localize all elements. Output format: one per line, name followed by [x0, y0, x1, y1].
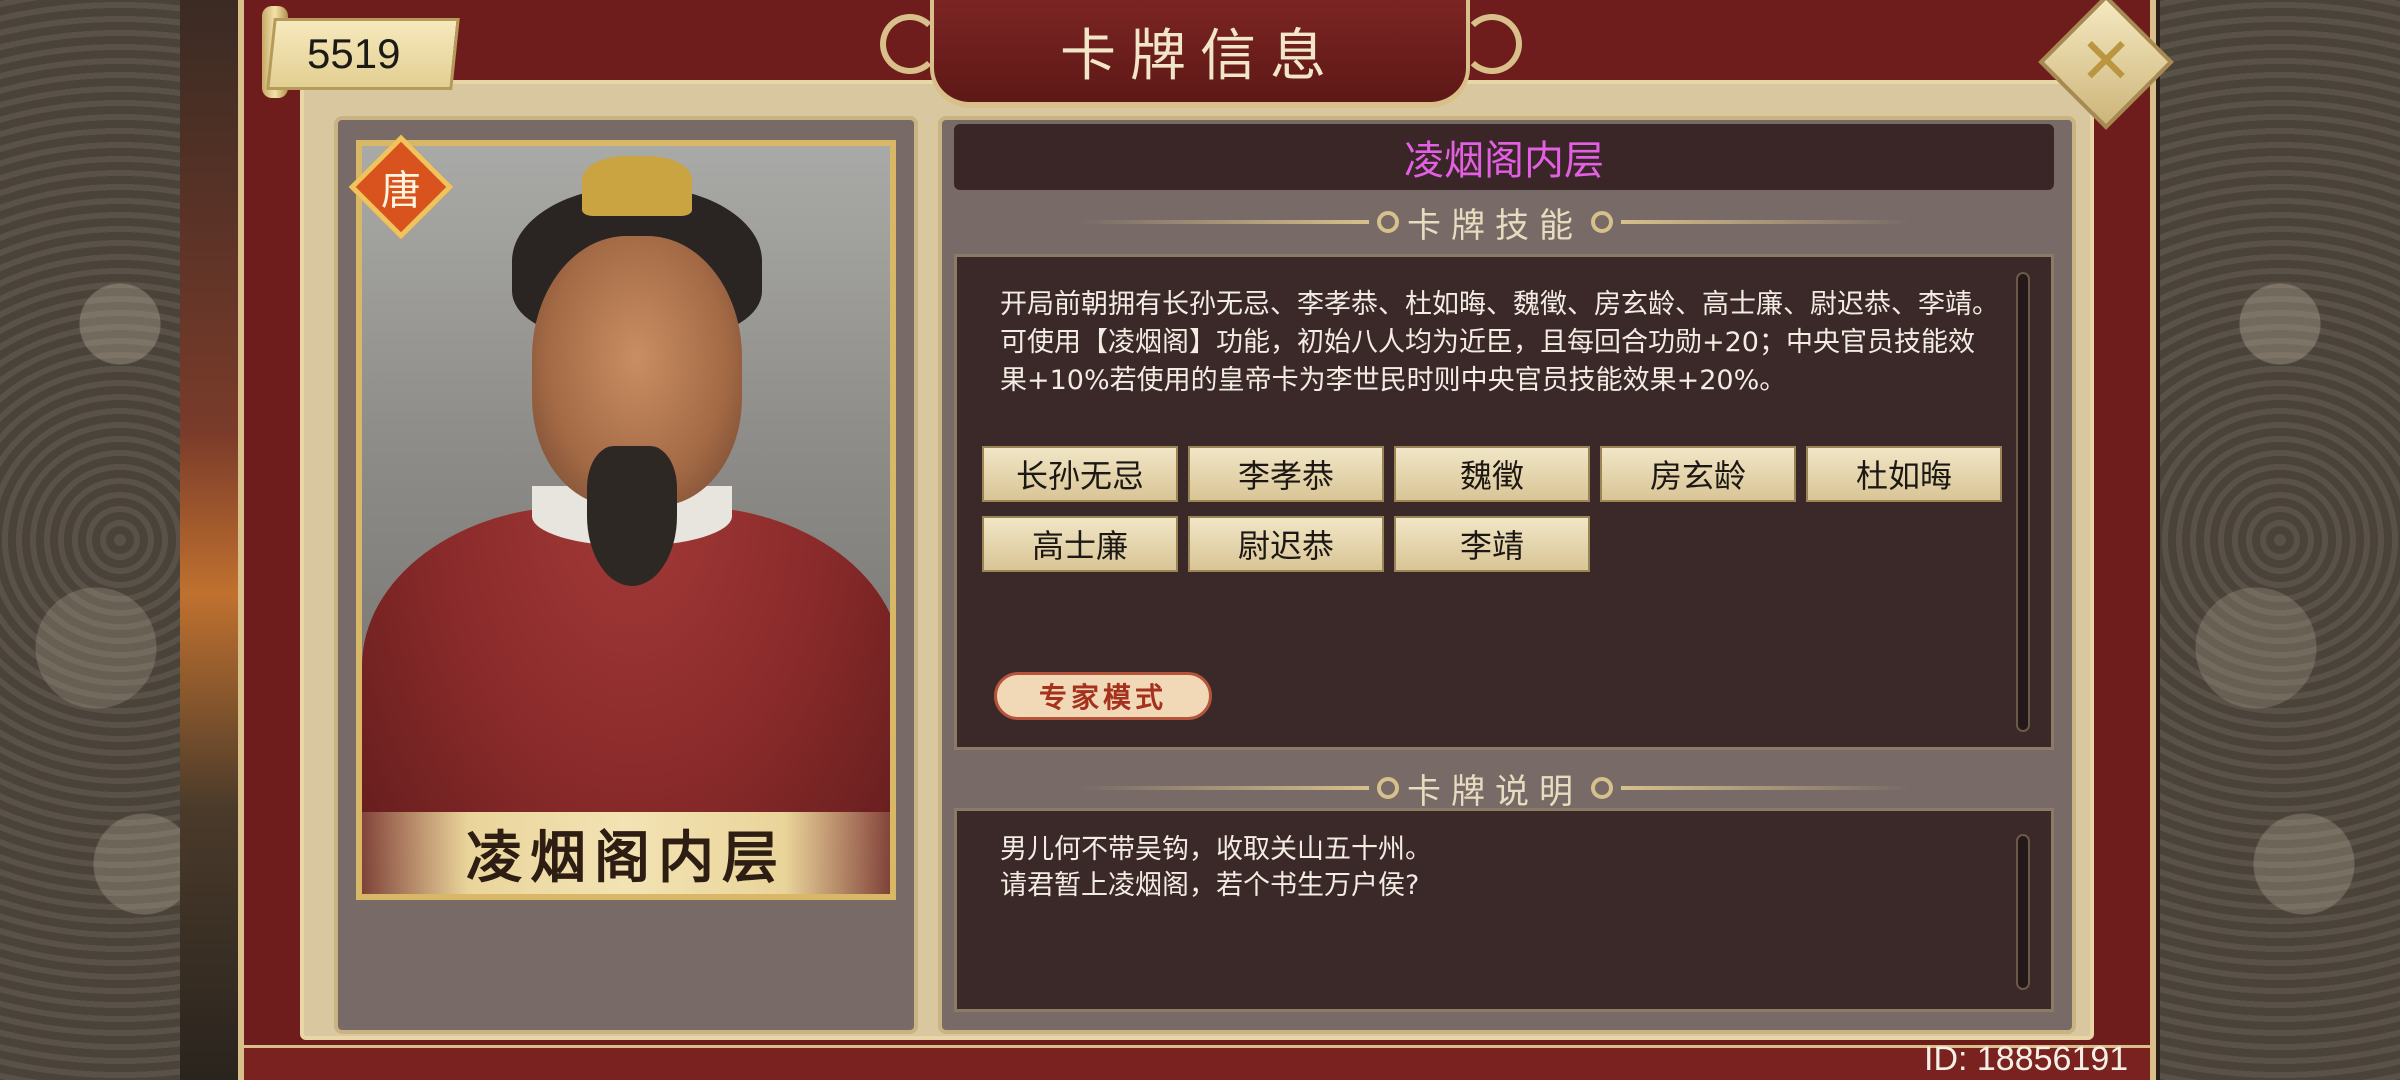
scroll-ornament-icon — [1377, 777, 1399, 799]
currency-amount: 5519 — [307, 30, 401, 77]
description-scrollbar[interactable] — [2016, 834, 2030, 990]
faction-badge-label: 唐 — [381, 168, 421, 214]
title-plaque: 卡牌信息 — [930, 0, 1470, 108]
background-strip-left — [180, 0, 240, 1080]
skill-description: 开局前朝拥有长孙无忌、李孝恭、杜如晦、魏徵、房玄龄、高士廉、尉迟恭、李靖。可使用… — [1000, 289, 1999, 396]
title-curl-right-icon — [1462, 14, 1522, 74]
currency-counter: 5519 — [266, 18, 460, 90]
portrait-name-ribbon: 凌烟阁内层 — [362, 812, 890, 894]
official-button[interactable]: 杜如晦 — [1806, 446, 2002, 502]
divider-line — [1080, 786, 1369, 790]
skill-scrollbar[interactable] — [2016, 272, 2030, 732]
official-button[interactable]: 长孙无忌 — [982, 446, 1178, 502]
description-heading: 卡牌说明 — [1407, 771, 1583, 812]
official-button[interactable]: 魏徵 — [1394, 446, 1590, 502]
card-name-bar: 凌烟阁内层 — [954, 124, 2054, 190]
scroll-ornament-icon — [1377, 211, 1399, 233]
scroll-ornament-icon — [1591, 777, 1613, 799]
card-portrait — [356, 140, 896, 900]
dragon-pattern-right — [2160, 0, 2400, 1080]
close-icon[interactable]: ✕ — [2058, 14, 2154, 110]
player-id: ID: 18856191 — [1924, 1040, 2129, 1078]
expert-mode-label: 专家模式 — [1038, 681, 1167, 714]
official-button[interactable]: 李靖 — [1394, 516, 1590, 572]
portrait-crown — [582, 156, 692, 216]
official-button[interactable]: 高士廉 — [982, 516, 1178, 572]
skill-section-header: 卡牌技能 — [1080, 200, 1910, 246]
skill-heading: 卡牌技能 — [1407, 205, 1583, 246]
card-name: 凌烟阁内层 — [1404, 138, 1604, 184]
card-description: 男儿何不带吴钩，收取关山五十州。 请君暂上凌烟阁，若个书生万户侯? — [1000, 834, 1432, 901]
page-title: 卡牌信息 — [1060, 23, 1340, 89]
divider-line — [1621, 786, 1910, 790]
expert-mode-badge: 专家模式 — [994, 672, 1212, 720]
divider-line — [1621, 220, 1910, 224]
official-button[interactable]: 李孝恭 — [1188, 446, 1384, 502]
portrait-name: 凌烟阁内层 — [466, 824, 786, 891]
official-button[interactable]: 尉迟恭 — [1188, 516, 1384, 572]
portrait-beard — [587, 446, 677, 586]
divider-line — [1080, 220, 1369, 224]
description-section-header: 卡牌说明 — [1080, 766, 1910, 812]
official-button[interactable]: 房玄龄 — [1600, 446, 1796, 502]
scroll-ornament-icon — [1591, 211, 1613, 233]
dialog-bottom-band — [244, 1045, 2150, 1080]
